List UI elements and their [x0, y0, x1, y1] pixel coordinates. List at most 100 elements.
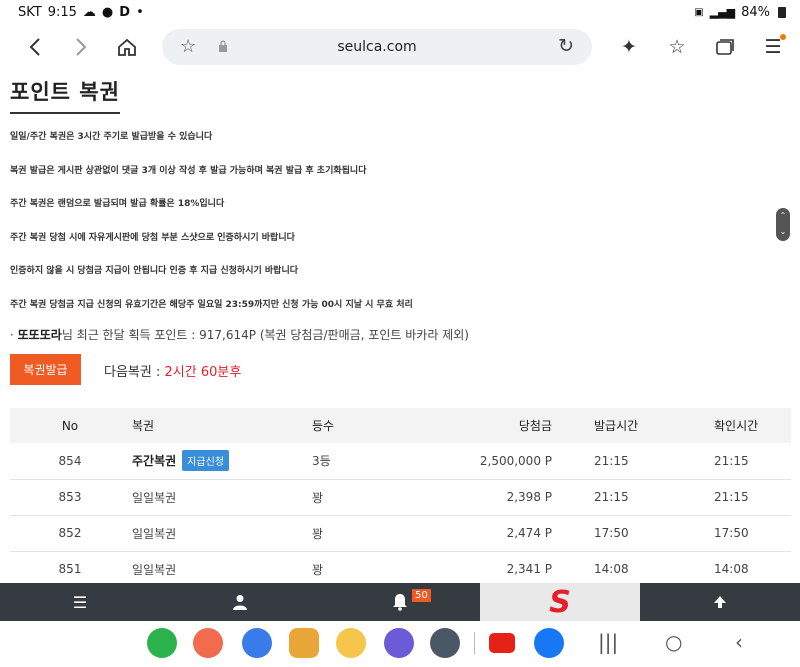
tabs-count-icon [716, 39, 734, 55]
cell-lotto: 주간복권 지급신청 [132, 443, 312, 480]
cloud-icon: ☁ [82, 4, 96, 20]
cell-lotto: 일일복권 [132, 551, 312, 583]
back-arrow-icon [29, 38, 40, 56]
messages-app-icon[interactable] [242, 628, 272, 658]
dock-divider [474, 632, 475, 654]
cell-checked-time: 21:15 [684, 443, 791, 480]
nickname: 또또또라 [17, 328, 62, 342]
scroll-handle[interactable]: ⌃ ⌄ [776, 208, 790, 241]
update-dot [780, 34, 786, 40]
url-text: seulca.com [337, 39, 417, 55]
battery-icon [778, 6, 786, 18]
bell-icon [393, 594, 407, 611]
lotto-name: 주간복권 [132, 454, 177, 469]
cell-prize: 2,500,000 P [422, 443, 554, 480]
forward-arrow-icon [76, 38, 87, 56]
notice-1: 일일/주간 복권은 3시간 주기로 발급받을 수 있습니다 [10, 132, 213, 142]
user-icon [233, 595, 247, 610]
site-menu-tab[interactable]: ☰ [0, 583, 160, 621]
apps-grid-icon[interactable] [430, 628, 460, 658]
table-row: 854 주간복권 지급신청 3등 2,500,000 P 21:15 21:15 [10, 443, 791, 480]
sparkle-icon[interactable]: ✦ [612, 30, 646, 64]
table-row: 851 일일복권 꽝 2,341 P 14:08 14:08 [10, 551, 791, 583]
cell-lotto: 일일복권 [132, 515, 312, 552]
next-lotto-info: 다음복권 : 2시간 60분후 [104, 361, 241, 380]
hamburger-icon: ☰ [72, 592, 88, 612]
cell-issued-time: 17:50 [554, 515, 684, 552]
header-issued-time: 발급시간 [554, 408, 684, 443]
reload-icon[interactable]: ↻ [558, 35, 574, 57]
notifications-tab[interactable]: 50 [320, 583, 480, 621]
signal-icon: ▂▄▆ [709, 5, 736, 19]
cell-rank: 3등 [312, 443, 422, 480]
header-rank: 등수 [312, 408, 422, 443]
notification-count-badge: 50 [412, 589, 431, 602]
page-content: 포인트 복권 일일/주간 복권은 3시간 주기로 발급받을 수 있습니다 복권 … [0, 70, 800, 583]
header-lotto: 복권 [132, 408, 312, 443]
status-left: SKT 9:15 ☁ ● D • [18, 5, 144, 20]
android-nav-bar: ||| ○ ‹ [0, 621, 800, 667]
notice-6: 주간 복권 당첨금 지급 신청의 유효기간은 해당주 일요일 23:59까지만 … [10, 300, 413, 310]
add-bookmark-icon[interactable]: ☆ [660, 30, 694, 64]
cell-issued-time: 14:08 [554, 551, 684, 583]
cell-checked-time: 14:08 [684, 551, 791, 583]
header-prize: 당첨금 [422, 408, 554, 443]
cell-prize: 2,474 P [422, 515, 554, 552]
issue-lotto-button[interactable]: 복권발급 [10, 354, 81, 385]
battery-percent: 84% [741, 4, 770, 20]
notice-5: 인증하지 않을 시 당첨금 지급이 안됩니다 인증 후 지급 신청하시기 바랍니… [10, 266, 299, 276]
android-back-icon[interactable]: ‹ [735, 630, 743, 654]
header-checked-time: 확인시간 [684, 408, 791, 443]
header-no: No [10, 408, 132, 443]
cell-no: 851 [10, 551, 132, 583]
cell-checked-time: 21:15 [684, 479, 791, 516]
table-row: 853 일일복권 꽝 2,398 P 21:15 21:15 [10, 479, 791, 516]
tabs-icon[interactable] [708, 30, 742, 64]
site-logo-icon: S [549, 584, 571, 620]
notice-2: 복권 발급은 게시판 상관없이 댓글 3개 이상 작성 후 발급 가능하며 복권… [10, 166, 367, 176]
game-app-icon[interactable] [336, 628, 366, 658]
cell-lotto: 일일복권 [132, 479, 312, 516]
notice-3: 주간 복권은 랜덤으로 발급되며 발급 확률은 18%입니다 [10, 199, 225, 209]
next-lotto-label: 다음복권 : [104, 365, 165, 380]
android-home-icon[interactable]: ○ [665, 630, 682, 654]
menu-icon[interactable]: ☰ [756, 30, 790, 64]
site-bottom-nav: ☰ 50 S [0, 583, 800, 621]
points-text: 님 최근 한달 획득 포인트 : 917,614P (복권 당첨금/판매금, 포… [61, 328, 469, 342]
notice-4: 주간 복권 당첨 시에 자유게시판에 당첨 부분 스샷으로 인증하시기 바랍니다 [10, 233, 295, 243]
facebook-app-icon[interactable] [534, 628, 564, 658]
forward-button[interactable] [58, 24, 104, 70]
browser-right-icons: ✦ ☆ ☰ [612, 24, 790, 70]
cell-prize: 2,398 P [422, 479, 554, 516]
lotto-history-table: No 복권 등수 당첨금 발급시간 확인시간 854 주간복권 지급신청 3등 2… [10, 408, 791, 583]
yellow-app-icon[interactable] [289, 628, 319, 658]
points-prefix: · [10, 328, 18, 342]
status-right: ▣ ▂▄▆ 84% [694, 5, 786, 20]
carrier-label: SKT [18, 4, 42, 20]
points-summary: · 또또또라님 최근 한달 획득 포인트 : 917,614P (복권 당첨금/… [10, 326, 469, 343]
back-button[interactable] [12, 24, 58, 70]
arrow-up-icon [714, 596, 726, 608]
page-title: 포인트 복권 [10, 76, 120, 114]
phone-app-icon[interactable] [147, 628, 177, 658]
address-bar[interactable]: ☆ seulca.com ↻ [162, 29, 592, 65]
site-logo-tab[interactable]: S [480, 583, 640, 621]
cell-checked-time: 17:50 [684, 515, 791, 552]
table-header-row: No 복권 등수 당첨금 발급시간 확인시간 [10, 408, 791, 443]
cell-issued-time: 21:15 [554, 443, 684, 480]
browser-app-icon[interactable] [384, 628, 414, 658]
table-row: 852 일일복권 꽝 2,474 P 17:50 17:50 [10, 515, 791, 552]
home-button[interactable] [104, 24, 150, 70]
scroll-top-tab[interactable] [640, 583, 800, 621]
claim-payout-button[interactable]: 지급신청 [182, 450, 229, 472]
recent-apps-icon[interactable]: ||| [598, 630, 618, 654]
cell-rank: 꽝 [312, 551, 422, 583]
home-icon [118, 38, 136, 56]
my-account-tab[interactable] [160, 583, 320, 621]
youtube-app-icon[interactable] [489, 633, 515, 653]
cell-no: 853 [10, 479, 132, 516]
contacts-app-icon[interactable] [193, 628, 223, 658]
mute-icon: ▣ [694, 6, 704, 18]
clock: 9:15 [47, 4, 77, 20]
chat-icon: ● [101, 4, 114, 20]
